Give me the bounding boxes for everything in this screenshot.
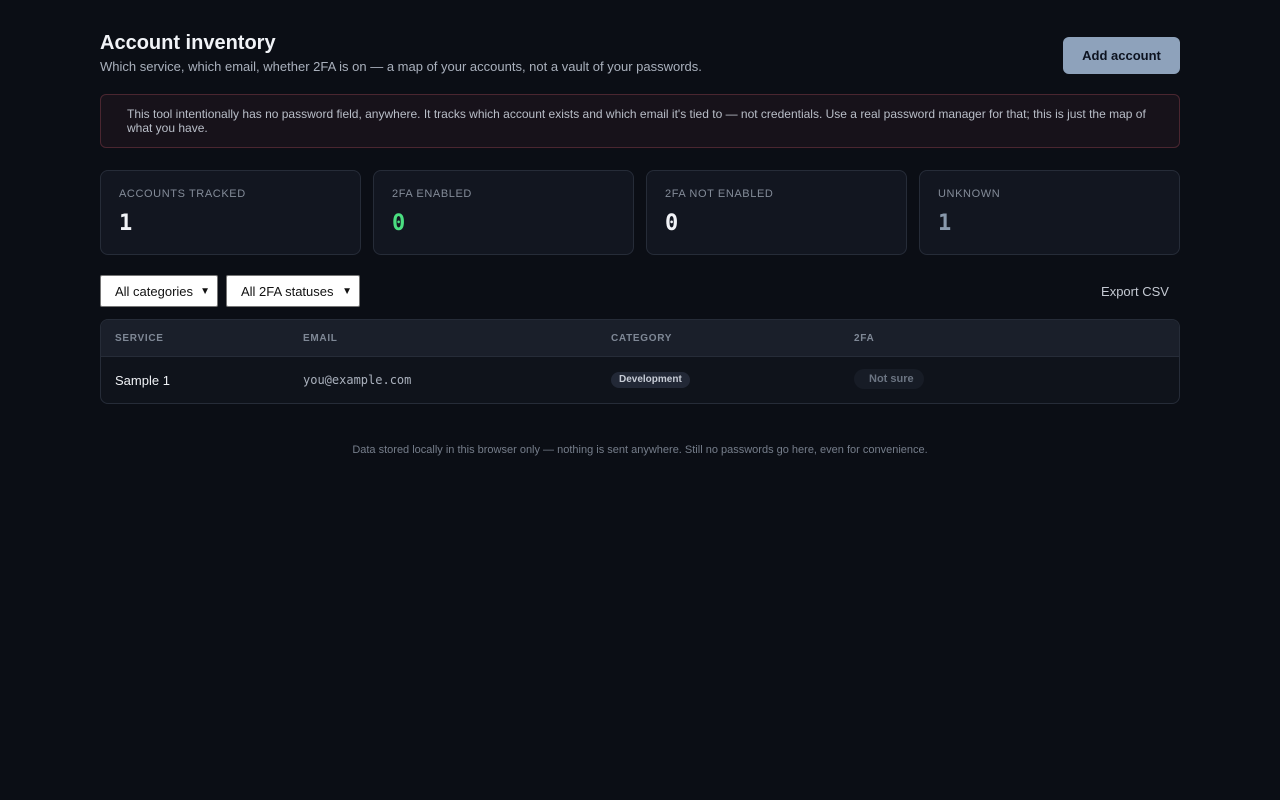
notice-text: This tool intentionally has no password … [127, 107, 1146, 135]
page-title: Account inventory [100, 32, 276, 54]
stat-label: 2FA NOT ENABLED [665, 188, 774, 200]
column-header-2fa: 2FA [854, 333, 875, 344]
stat-value: 1 [119, 211, 133, 236]
stat-card-unknown: UNKNOWN 1 [919, 170, 1180, 255]
no-password-notice: This tool intentionally has no password … [100, 94, 1180, 148]
table-row[interactable]: Sample 1 you@example.com Development Not… [101, 357, 1179, 403]
column-header-email: EMAIL [303, 333, 338, 344]
accounts-table: SERVICE EMAIL CATEGORY 2FA Sample 1 you@… [100, 319, 1180, 404]
status-filter-select[interactable]: All 2FA statuses ▼ [226, 275, 360, 307]
stat-label: 2FA ENABLED [392, 188, 472, 200]
footer-note: Data stored locally in this browser only… [352, 444, 928, 456]
chevron-down-icon: ▼ [200, 286, 210, 297]
email-cell: you@example.com [303, 373, 412, 387]
page-header: Account inventory Which service, which e… [100, 32, 1180, 78]
category-filter-select[interactable]: All categories ▼ [100, 275, 218, 307]
add-account-button[interactable]: Add account [1063, 37, 1180, 74]
table-header: SERVICE EMAIL CATEGORY 2FA [101, 320, 1179, 357]
column-header-category: CATEGORY [611, 333, 673, 344]
stats-row: ACCOUNTS TRACKED 1 2FA ENABLED 0 2FA NOT… [100, 170, 1180, 255]
page-subtitle: Which service, which email, whether 2FA … [100, 59, 702, 74]
filter-bar: All categories ▼ All 2FA statuses ▼ Expo… [100, 275, 1180, 307]
chevron-down-icon: ▼ [342, 286, 352, 297]
stat-card-accounts-tracked: ACCOUNTS TRACKED 1 [100, 170, 361, 255]
service-cell: Sample 1 [115, 373, 170, 388]
stat-card-2fa-enabled: 2FA ENABLED 0 [373, 170, 634, 255]
stat-value: 0 [392, 211, 406, 236]
category-filter-value: All categories [115, 283, 194, 299]
stat-label: UNKNOWN [938, 188, 1001, 200]
status-filter-value: All 2FA statuses [241, 283, 334, 299]
column-header-service: SERVICE [115, 333, 164, 344]
stat-label: ACCOUNTS TRACKED [119, 188, 246, 200]
stat-card-2fa-not-enabled: 2FA NOT ENABLED 0 [646, 170, 907, 255]
stat-value: 1 [938, 211, 952, 236]
2fa-status-badge: Not sure [854, 369, 924, 389]
category-badge: Development [611, 372, 690, 388]
stat-value: 0 [665, 211, 679, 236]
export-csv-button[interactable]: Export CSV [1090, 275, 1180, 307]
